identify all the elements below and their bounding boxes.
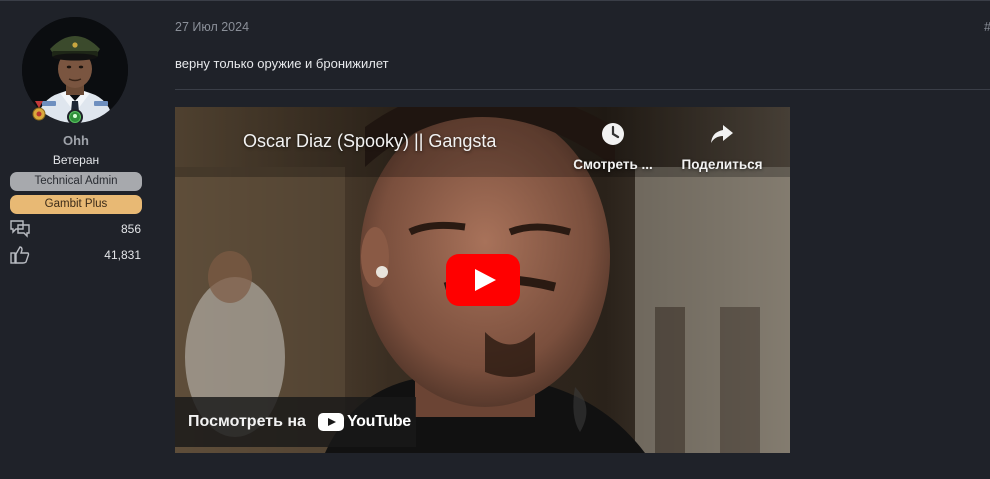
- youtube-logo-icon: [317, 413, 344, 431]
- banner-technical-admin: Technical Admin: [10, 172, 142, 191]
- watch-on-label: Посмотреть на: [188, 413, 306, 430]
- youtube-embed[interactable]: Oscar Diaz (Spooky) || Gangsta Смотреть …: [175, 107, 790, 453]
- share-button[interactable]: Поделиться: [677, 121, 767, 172]
- youtube-logo: YouTube: [317, 413, 411, 431]
- username-link[interactable]: Ohh: [0, 133, 152, 148]
- messages-stat: 856: [10, 220, 142, 238]
- watch-later-label: Смотреть ...: [573, 157, 653, 172]
- online-status-icon: [67, 109, 83, 125]
- youtube-play-icon: [446, 254, 520, 306]
- reactions-count: 41,831: [104, 248, 141, 262]
- banner-gambit-plus: Gambit Plus: [10, 195, 142, 214]
- video-title-link[interactable]: Oscar Diaz (Spooky) || Gangsta: [243, 131, 496, 152]
- post-body-text: верну только оружие и бронижилет: [175, 56, 389, 71]
- messages-count: 856: [120, 222, 141, 236]
- award-medal-icon: [31, 101, 47, 123]
- messages-icon: [10, 220, 30, 238]
- thumbs-up-icon: [10, 246, 30, 264]
- watch-later-button[interactable]: Смотреть ...: [568, 121, 658, 172]
- share-label: Поделиться: [681, 157, 763, 172]
- user-title: Ветеран: [52, 153, 100, 167]
- share-arrow-icon: [711, 125, 733, 143]
- youtube-wordmark: YouTube: [346, 413, 411, 430]
- message-user-info: Ohh Ветеран Technical Admin Gambit Plus …: [0, 0, 152, 479]
- post-date[interactable]: 27 Июл 2024: [175, 20, 249, 34]
- reactions-stat: 41,831: [10, 246, 142, 264]
- watch-on-youtube-button[interactable]: Посмотреть на YouTube: [175, 397, 416, 447]
- post-permalink[interactable]: #: [984, 20, 990, 34]
- post-divider: [175, 89, 990, 90]
- clock-icon: [602, 123, 624, 145]
- play-button[interactable]: [446, 254, 520, 306]
